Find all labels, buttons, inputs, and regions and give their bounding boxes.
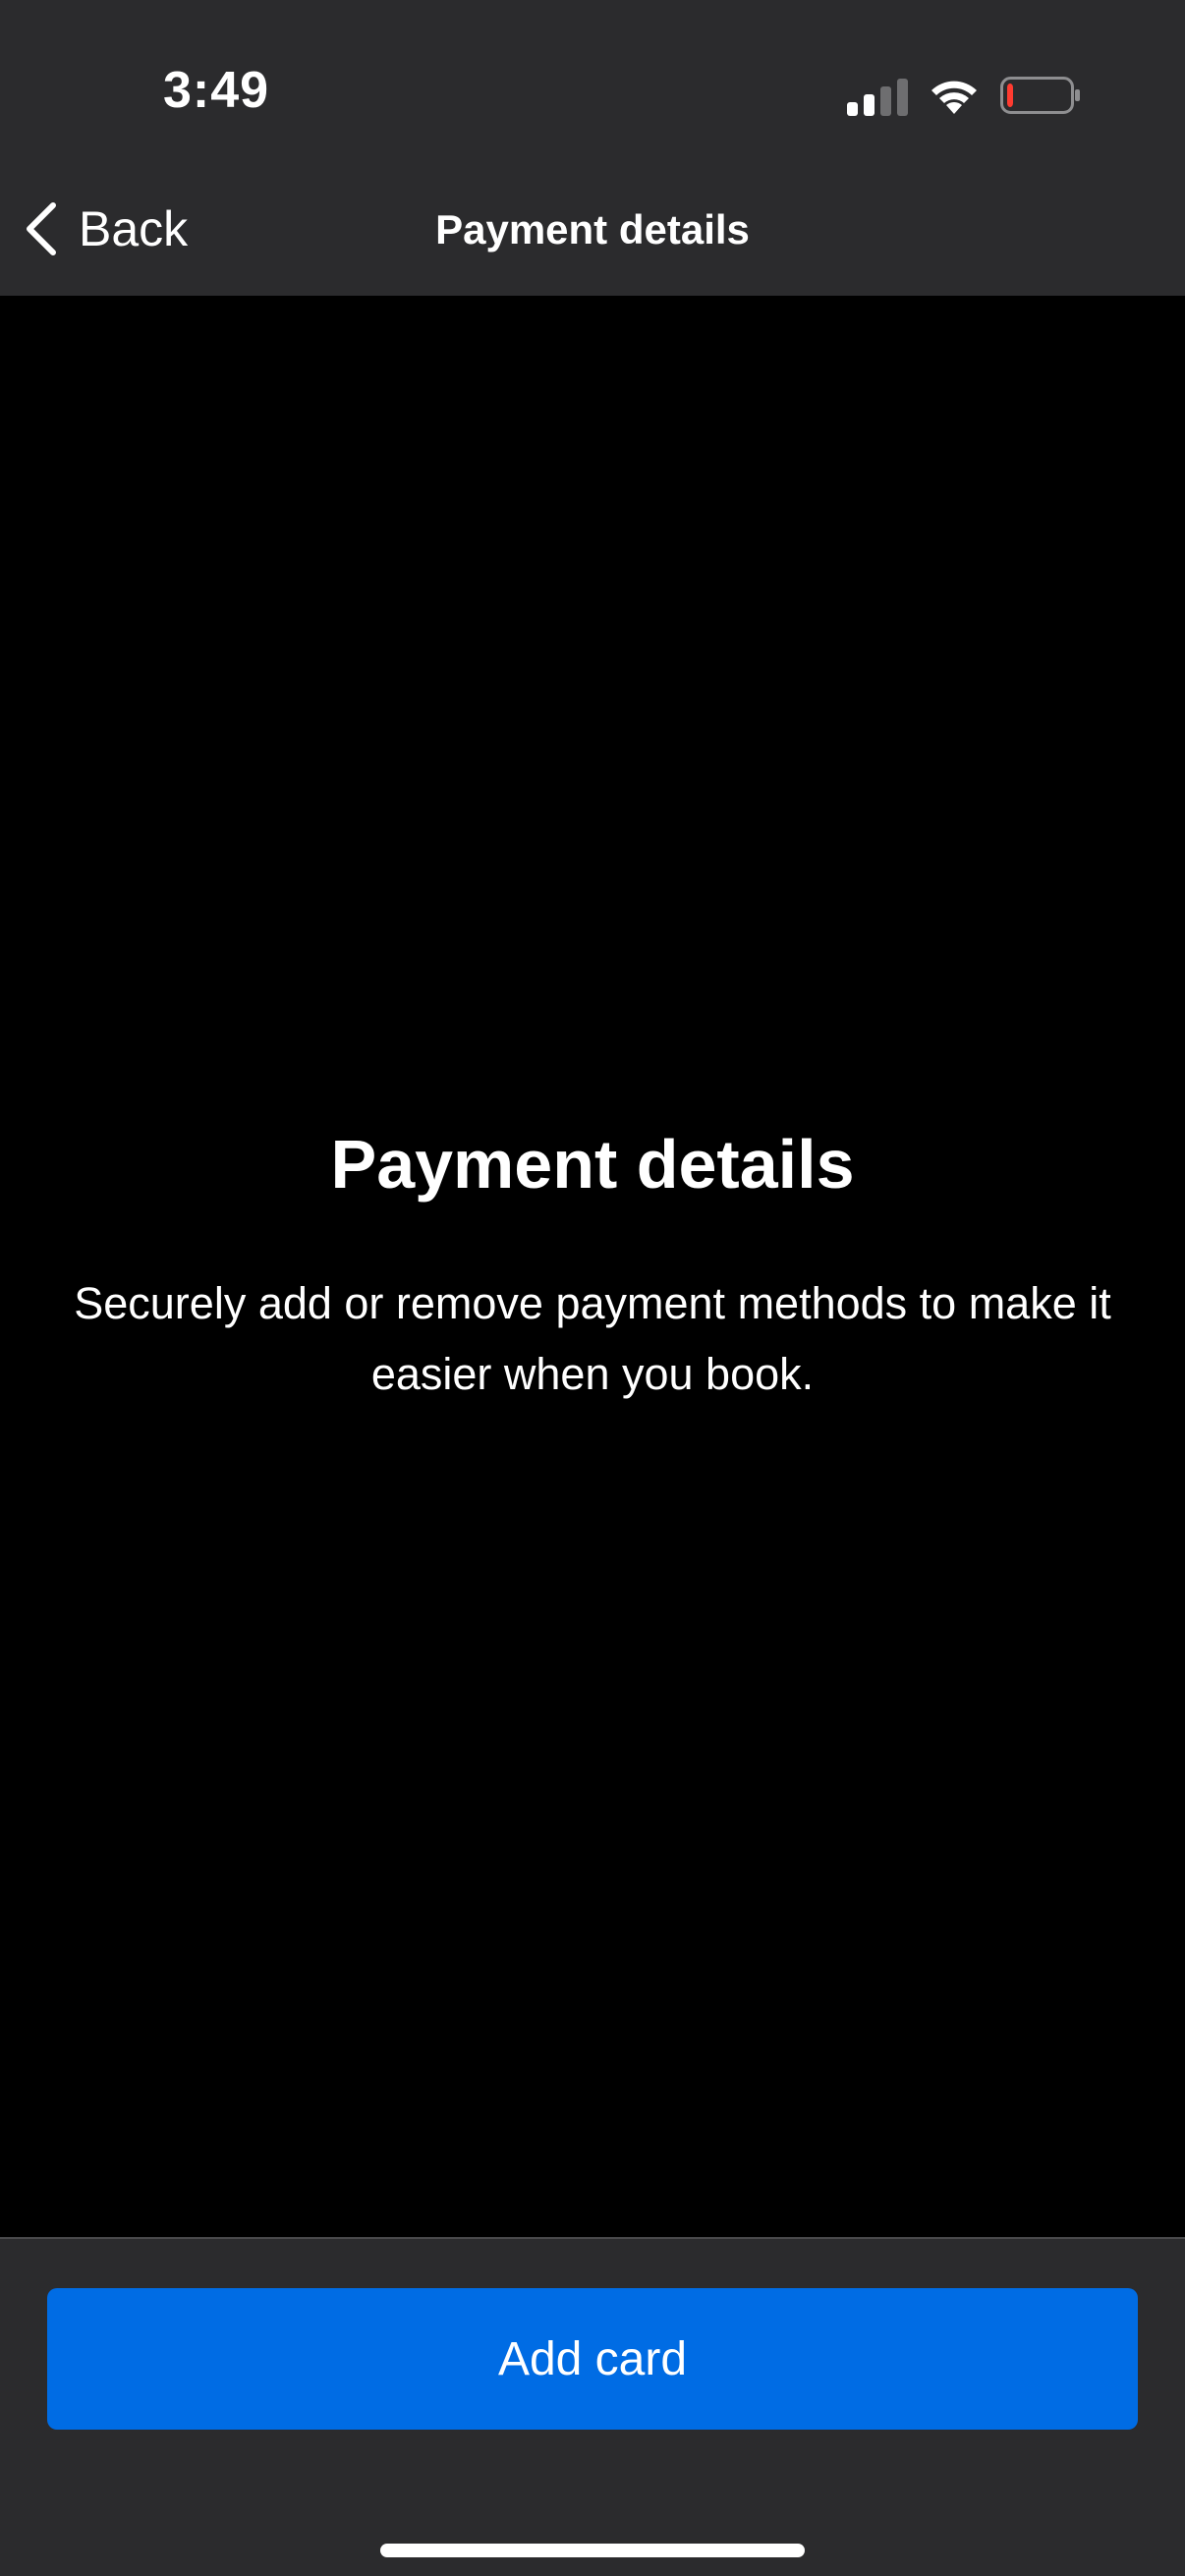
wifi-icon xyxy=(931,81,977,114)
battery-low-icon xyxy=(1000,77,1080,114)
top-area: 3:49 Back Payment details xyxy=(0,0,1185,296)
status-time: 3:49 xyxy=(163,62,270,119)
main-content: Payment details Securely add or remove p… xyxy=(0,296,1185,2237)
nav-title: Payment details xyxy=(435,206,750,252)
status-bar: 3:49 xyxy=(0,0,1185,167)
add-card-button[interactable]: Add card xyxy=(47,2288,1138,2430)
navigation-bar: Back Payment details xyxy=(0,167,1185,296)
bottom-action-bar: Add card xyxy=(0,2237,1185,2576)
payment-details-screen: 3:49 Back Payment details Payment detail… xyxy=(0,0,1185,2576)
home-indicator[interactable] xyxy=(380,2544,805,2557)
page-description: Securely add or remove payment methods t… xyxy=(74,1278,1111,1399)
page-title: Payment details xyxy=(330,1126,855,1203)
cellular-signal-icon xyxy=(847,79,908,116)
